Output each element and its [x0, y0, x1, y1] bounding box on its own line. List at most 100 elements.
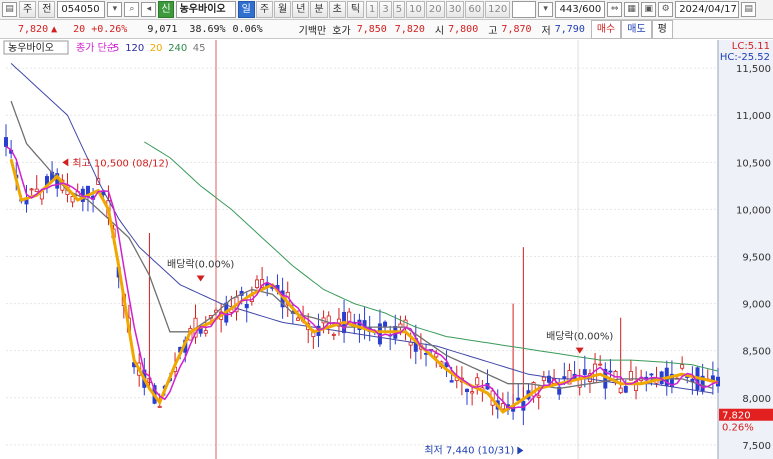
candle-body [24, 199, 29, 205]
period-buttons: 일주월년분초틱 [237, 1, 365, 18]
candle-body [34, 188, 39, 192]
low-price: 7,790 [554, 23, 585, 35]
y-tick-label: 10,500 [736, 158, 771, 169]
candle-body [157, 405, 162, 408]
dropdown-arrow-icon[interactable]: ▾ [107, 2, 123, 17]
new-listing-tag: 신 [158, 1, 174, 18]
interval-buttons: 1 3 5 10 20 30 60 120 [366, 1, 511, 18]
legend-item-1: 5 [113, 43, 119, 54]
y-tick-label: 10,000 [736, 205, 771, 216]
date-input[interactable]: 2024/04/17 [675, 1, 740, 18]
interval-3-button[interactable]: 3 [379, 1, 392, 18]
lc-label: LC:5.11 [732, 41, 770, 52]
interval-dropdown-icon[interactable]: ▾ [538, 2, 554, 17]
buy-button[interactable]: 매수 [590, 19, 622, 39]
interval-10-button[interactable]: 10 [406, 1, 425, 18]
low-label: 저 [541, 25, 551, 37]
hc-label: HC:-25.52 [720, 52, 770, 63]
candle-body [244, 303, 249, 309]
stock-code-input[interactable]: 054050 [57, 1, 106, 18]
candle-body [536, 395, 541, 398]
candle-body [203, 330, 208, 334]
ask-price-2: 7,820 [394, 23, 425, 35]
legend-stock-name: 농우바이오 [8, 42, 54, 54]
current-price: 7,820 [18, 23, 49, 35]
legend-item-3: 20 [150, 43, 163, 54]
y-tick-label: 9,500 [742, 253, 771, 264]
period-6-button[interactable]: 틱 [346, 1, 365, 18]
ask-price-1: 7,850 [356, 23, 387, 35]
candle-body [470, 391, 475, 394]
change-percent: +0.26% [91, 23, 128, 35]
low-price-annotation: 최저 7,440 (10/31) [424, 445, 514, 457]
turnover-rate: 38.69% [189, 23, 226, 35]
candle-body [383, 321, 388, 327]
period-1-button[interactable]: 주 [255, 1, 274, 18]
interval-120-button[interactable]: 120 [485, 1, 511, 18]
candle-body [649, 373, 654, 376]
bar-count-field[interactable]: 443/600 [555, 1, 606, 18]
candle-body [680, 364, 685, 369]
dividend-annotation-2: 배당락(0.00%) [546, 331, 613, 343]
period-5-button[interactable]: 초 [328, 1, 346, 18]
speaker-icon[interactable]: ◂ [141, 2, 157, 17]
candle-body [582, 369, 587, 375]
period-2-button[interactable]: 월 [274, 1, 292, 18]
y-tick-label: 11,500 [736, 64, 771, 75]
candle-body [331, 333, 336, 336]
candle-body [608, 370, 613, 373]
chart-toolbar: ▤ 주 전 054050 ▾ ⌕ ◂ 신 농우바이오 일주월년분초틱 1 3 5 10… [0, 0, 773, 20]
ago-button[interactable]: 전 [38, 1, 56, 18]
candle-body [541, 376, 546, 381]
zoom-icon[interactable]: ⇔ [607, 2, 623, 17]
high-price: 7,870 [501, 23, 532, 35]
period-3-button[interactable]: 년 [292, 1, 310, 18]
legend-item-4: 240 [168, 43, 187, 54]
current-price-label: 7,820 [722, 411, 751, 422]
y-tick-label: 8,500 [742, 347, 771, 358]
dividend-annotation-1: 배당락(0.00%) [167, 258, 234, 270]
candle-body [475, 377, 480, 386]
candle-body [295, 317, 300, 321]
candle-body [562, 376, 567, 379]
period-0-button[interactable]: 일 [237, 1, 255, 18]
y-tick-label: 11,000 [736, 111, 771, 122]
high-price-annotation: 최고 10,500 (08/12) [72, 157, 168, 169]
layout-icon[interactable]: ▦ [624, 2, 640, 17]
candle-body [403, 319, 408, 328]
up-arrow-icon: ▲ [51, 23, 58, 35]
current-pct-label: 0.26% [722, 423, 754, 434]
candle-body [4, 137, 9, 147]
interval-60-button[interactable]: 60 [465, 1, 485, 18]
open-price: 7,800 [448, 23, 479, 35]
legend-item-5: 45 [193, 43, 206, 54]
candle-body [29, 188, 34, 191]
candle-body [500, 403, 505, 410]
save-icon[interactable]: ▣ [641, 2, 657, 17]
price-change: 20 [73, 23, 86, 35]
chart-settings-icon[interactable]: ▤ [2, 2, 17, 17]
interval-20-button[interactable]: 20 [425, 1, 445, 18]
price-chart[interactable]: 7,500 8,000 8,500 9,000 9,500 10,000 10,500 11,… [0, 40, 773, 459]
open-label: 시 [434, 25, 445, 37]
interval-30-button[interactable]: 30 [445, 1, 465, 18]
search-icon[interactable]: ⌕ [124, 2, 140, 17]
interval-5-button[interactable]: 5 [392, 1, 406, 18]
candle-body [449, 380, 454, 383]
ask-label: 기백만 호가 [298, 25, 351, 37]
stock-name-field: 농우바이오 [175, 1, 236, 18]
volume-ratio: 0.06% [232, 23, 263, 35]
avg-button[interactable]: 평 [651, 19, 673, 39]
legend-item-0: 종가 단순 [76, 42, 116, 54]
period-button[interactable]: 주 [19, 1, 37, 18]
calendar-icon[interactable]: ▤ [741, 2, 757, 17]
interval-1-button[interactable]: 1 [366, 1, 379, 18]
interval-input[interactable] [512, 1, 537, 18]
sell-button[interactable]: 매도 [621, 19, 652, 39]
candle-body [623, 386, 628, 393]
y-tick-label: 8,000 [742, 394, 771, 405]
gear-icon[interactable]: ⚙ [658, 2, 674, 17]
period-4-button[interactable]: 분 [310, 1, 328, 18]
y-tick-label: 7,500 [742, 441, 771, 452]
candle-body [618, 387, 623, 394]
